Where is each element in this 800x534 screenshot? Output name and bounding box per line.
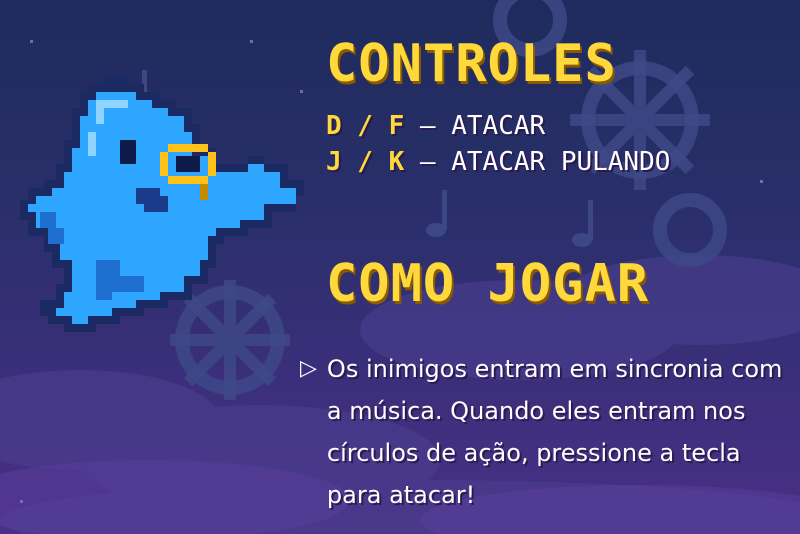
controls-section: CONTROLES D / F – ATACAR J / K – ATACAR … (326, 36, 796, 180)
control-keys: J / K (326, 147, 405, 177)
control-keys: D / F (326, 111, 405, 141)
instructions: ▷ Os inimigos entram em sincronia com a … (300, 348, 790, 516)
controls-list: D / F – ATACAR J / K – ATACAR PULANDO (326, 108, 796, 180)
control-line-jump-attack: J / K – ATACAR PULANDO (326, 144, 796, 180)
instructions-text: Os inimigos entram em sincronia com a mú… (326, 355, 783, 509)
control-action: – ATACAR PULANDO (404, 147, 671, 177)
control-action: – ATACAR (404, 111, 546, 141)
controls-title: CONTROLES (326, 34, 617, 94)
control-line-attack: D / F – ATACAR (326, 108, 796, 144)
ghost-icon (20, 76, 304, 332)
howto-section: COMO JOGAR (326, 256, 649, 312)
play-triangle-icon: ▷ (300, 356, 317, 381)
howto-title: COMO JOGAR (326, 254, 650, 314)
